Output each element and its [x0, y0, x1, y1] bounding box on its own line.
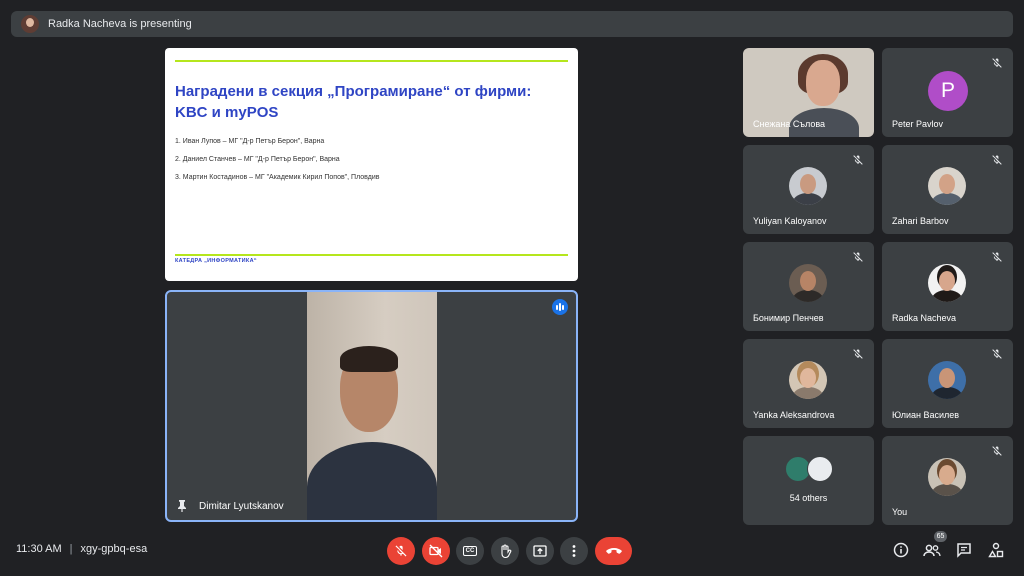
others-tile[interactable]: 54 others: [743, 436, 874, 525]
leave-call-button[interactable]: [595, 537, 632, 565]
participant-name: Peter Pavlov: [892, 119, 944, 129]
participant-name: Yanka Aleksandrova: [753, 410, 835, 420]
more-icon: [572, 545, 576, 557]
slide-top-line: [175, 60, 568, 62]
raise-hand-button[interactable]: [491, 537, 519, 565]
clock: 11:30 AM: [16, 543, 62, 555]
captions-icon: CC: [462, 546, 478, 556]
audio-level-icon: [552, 299, 568, 315]
avatar: P: [928, 71, 968, 111]
participant-tile[interactable]: Yuliyan Kaloyanov: [743, 145, 874, 234]
others-avatars: [785, 456, 833, 482]
participant-name: Снежана Сълова: [753, 119, 826, 129]
slide-list-item: 2. Даниел Станчев – МГ "Д-р Петър Берон"…: [175, 156, 340, 163]
avatar: [928, 167, 966, 205]
participant-name: Юлиан Василев: [892, 410, 960, 420]
end-call-icon: [605, 548, 622, 554]
slide-title-line2: KBC и myPOS: [175, 104, 279, 121]
avatar: [928, 264, 966, 302]
participant-name: Zahari Barbov: [892, 216, 949, 226]
presenter-avatar: [21, 15, 39, 33]
participant-tile[interactable]: Бонимир Пенчев: [743, 242, 874, 331]
meeting-code: xgy-gpbq-esa: [80, 543, 148, 555]
meeting-info-button[interactable]: [891, 540, 911, 560]
avatar: [928, 458, 966, 496]
participant-name: Radka Nacheva: [892, 313, 957, 323]
raise-hand-icon: [501, 544, 512, 558]
speaker-label: Dimitar Lyutskanov: [177, 500, 284, 512]
mic-off-icon: [992, 252, 1002, 262]
active-speaker-tile[interactable]: Dimitar Lyutskanov: [165, 290, 578, 522]
presenting-banner: Radka Nacheva is presenting: [11, 11, 1013, 37]
mic-off-icon: [853, 155, 863, 165]
mic-off-icon: [992, 155, 1002, 165]
participant-name: You: [892, 507, 908, 517]
video-off-icon: [429, 544, 443, 558]
avatar: [789, 264, 827, 302]
slide-title: Наградени в секция „Програмиране“ от фир…: [175, 81, 555, 123]
pin-icon[interactable]: [177, 500, 187, 512]
mic-off-icon: [992, 446, 1002, 456]
avatar: [807, 456, 833, 482]
chat-button[interactable]: [954, 540, 974, 560]
chat-icon: [957, 543, 971, 558]
slide-title-line1: Наградени в секция „Програмиране“ от фир…: [175, 83, 532, 100]
activities-icon: [988, 542, 1004, 558]
speaker-video: [307, 292, 437, 520]
mic-off-icon: [992, 58, 1002, 68]
slide-list: 1. Иван Лупов – МГ "Д-р Петър Берон", Ва…: [175, 138, 380, 192]
mic-off-icon: [992, 349, 1002, 359]
speaker-name: Dimitar Lyutskanov: [199, 500, 284, 512]
activities-button[interactable]: [986, 540, 1006, 560]
present-icon: [533, 545, 547, 557]
people-count-badge: 65: [934, 531, 947, 542]
self-tile[interactable]: You: [882, 436, 1013, 525]
present-button[interactable]: [526, 537, 554, 565]
captions-button[interactable]: CC: [456, 537, 484, 565]
meeting-details: 11:30 AM | xgy-gpbq-esa: [16, 543, 147, 555]
bottom-bar: 11:30 AM | xgy-gpbq-esa CC 65: [0, 528, 1024, 576]
avatar: [789, 361, 827, 399]
participant-name: Yuliyan Kaloyanov: [753, 216, 827, 226]
more-options-button[interactable]: [560, 537, 588, 565]
presenting-text: Radka Nacheva is presenting: [48, 18, 192, 30]
mic-off-icon: [853, 252, 863, 262]
participant-tile[interactable]: Yanka Aleksandrova: [743, 339, 874, 428]
slide-footer: КАТЕДРА „ИНФОРМАТИКА“: [175, 258, 257, 264]
participant-name: Бонимир Пенчев: [753, 313, 824, 323]
others-count: 54 others: [789, 493, 828, 503]
avatar: [789, 167, 827, 205]
people-button[interactable]: [922, 540, 942, 560]
participant-tile[interactable]: Снежана Сълова: [743, 48, 874, 137]
participant-tile[interactable]: Radka Nacheva: [882, 242, 1013, 331]
separator: |: [69, 543, 73, 555]
mic-off-icon: [395, 545, 407, 557]
slide-list-item: 1. Иван Лупов – МГ "Д-р Петър Берон", Ва…: [175, 138, 325, 145]
info-icon: [893, 542, 909, 558]
slide-bottom-line: [175, 254, 568, 256]
participant-tile[interactable]: Юлиан Василев: [882, 339, 1013, 428]
participant-tile[interactable]: Zahari Barbov: [882, 145, 1013, 234]
avatar: [928, 361, 966, 399]
presentation-slide[interactable]: Наградени в секция „Програмиране“ от фир…: [165, 48, 578, 281]
participant-tile[interactable]: P Peter Pavlov: [882, 48, 1013, 137]
camera-toggle-button[interactable]: [422, 537, 450, 565]
slide-list-item: 3. Мартин Костадинов – МГ "Академик Кири…: [175, 174, 380, 181]
mic-toggle-button[interactable]: [387, 537, 415, 565]
people-icon: [923, 544, 941, 557]
mic-off-icon: [853, 349, 863, 359]
